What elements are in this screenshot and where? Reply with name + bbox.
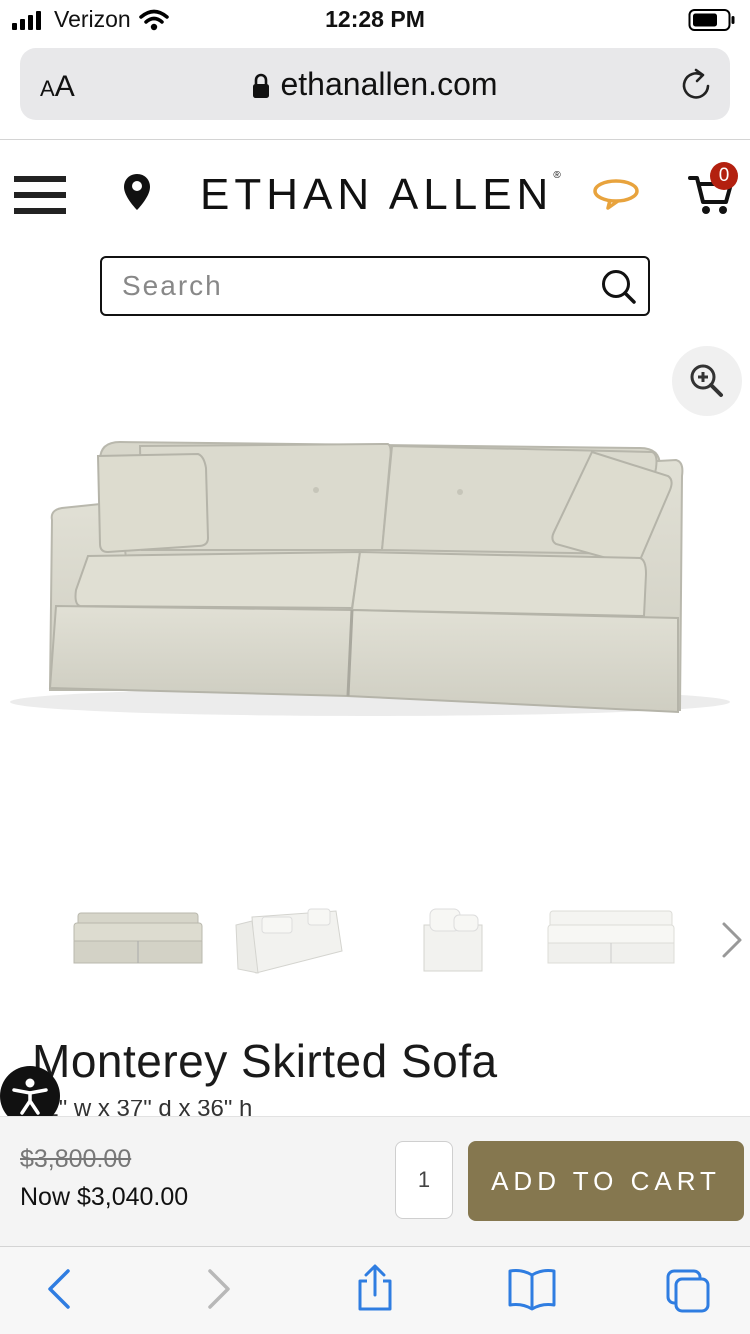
forward-icon[interactable] — [204, 1267, 234, 1316]
cart-count-badge: 0 — [710, 162, 738, 190]
lock-icon — [253, 73, 270, 98]
bookmarks-icon[interactable] — [506, 1267, 558, 1316]
add-to-cart-button[interactable]: ADD TO CART — [468, 1141, 744, 1221]
browser-toolbar — [0, 1246, 750, 1334]
thumbnail-strip — [0, 895, 750, 985]
brand-registered-mark: ® — [553, 170, 566, 181]
battery-icon — [688, 8, 736, 37]
url-text: ethanallen.com — [280, 66, 498, 102]
thumbnail-3[interactable] — [418, 895, 488, 985]
thumbnail-1[interactable] — [70, 895, 206, 985]
reload-icon[interactable] — [680, 66, 714, 107]
chevron-right-icon[interactable] — [720, 920, 744, 965]
search-input[interactable] — [122, 266, 582, 306]
quantity-field[interactable]: 1 — [395, 1141, 453, 1219]
site-header: ETHAN ALLEN® 0 — [0, 140, 750, 245]
status-time: 12:28 PM — [325, 6, 425, 32]
product-title: Monterey Skirted Sofa — [32, 1035, 498, 1087]
original-price: $3,800.00 — [20, 1145, 132, 1173]
location-pin-icon[interactable] — [122, 172, 152, 217]
sticky-price-bar: $3,800.00 Now $3,040.00 1 ADD TO CART — [0, 1116, 750, 1246]
search-icon[interactable] — [600, 268, 638, 311]
product-dimensions: 91" w x 37" d x 36" h — [32, 1100, 252, 1116]
search-box — [100, 256, 650, 316]
accessibility-icon — [12, 1078, 48, 1115]
zoom-in-icon — [690, 364, 723, 397]
product-dimensions-text: 91" w x 37" d x 36" h — [32, 1100, 253, 1116]
chat-icon[interactable] — [592, 178, 640, 217]
brand-name: ETHAN ALLEN — [200, 170, 554, 219]
product-main-image[interactable] — [0, 420, 750, 750]
url-display[interactable]: ethanallen.com — [20, 66, 730, 103]
thumbnail-4[interactable] — [544, 895, 678, 985]
tabs-icon[interactable] — [664, 1267, 714, 1320]
thumbnail-2[interactable] — [232, 895, 346, 985]
menu-icon[interactable] — [14, 176, 66, 216]
browser-address-area: AA ethanallen.com — [0, 40, 750, 140]
brand-logo[interactable]: ETHAN ALLEN® — [200, 170, 566, 220]
zoom-button[interactable] — [672, 346, 742, 416]
address-bar[interactable]: AA ethanallen.com — [20, 48, 730, 120]
sale-price: Now $3,040.00 — [20, 1183, 189, 1211]
back-icon[interactable] — [44, 1267, 74, 1316]
share-icon[interactable] — [354, 1263, 396, 1318]
status-bar: Verizon 12:28 PM — [0, 0, 750, 40]
